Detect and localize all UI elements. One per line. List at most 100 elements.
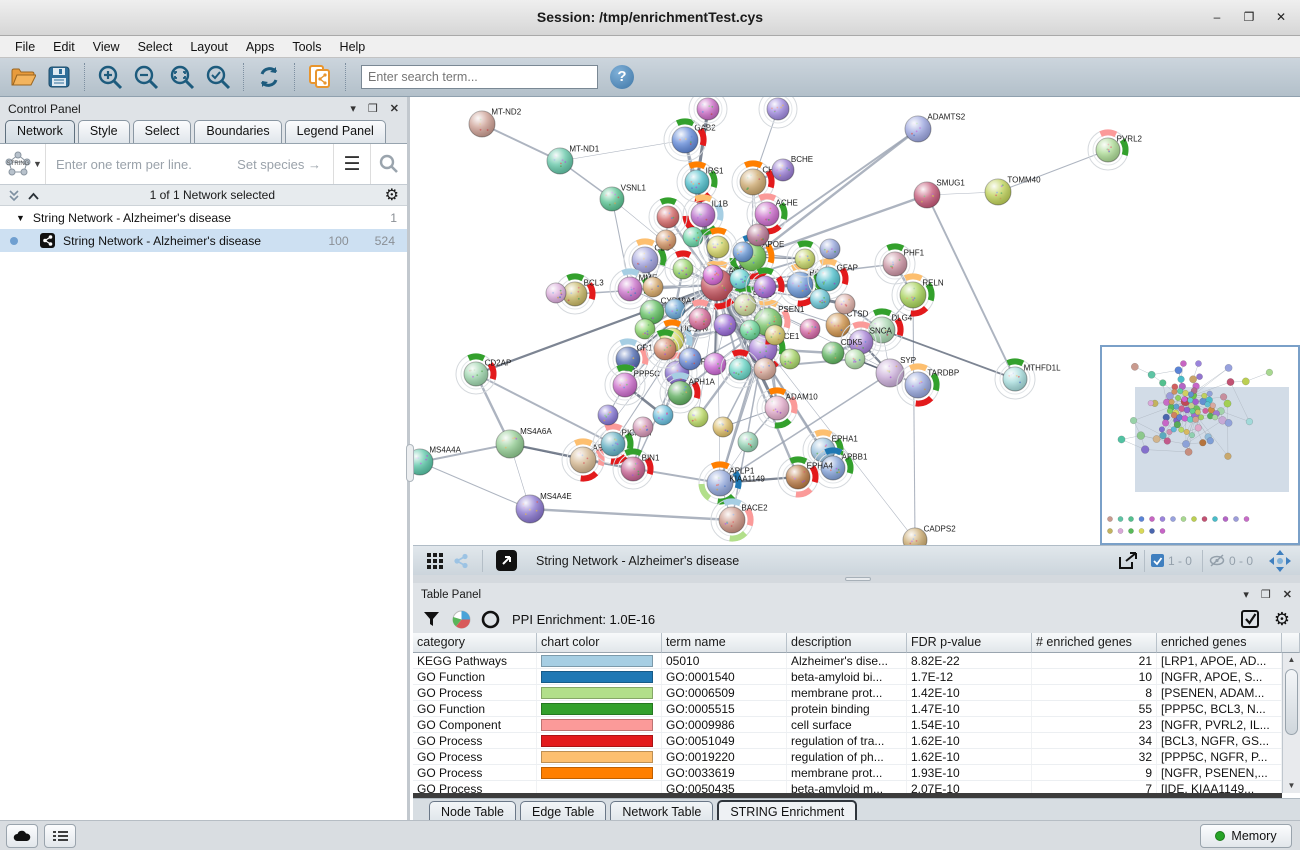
tab-network[interactable]: Network: [5, 120, 75, 143]
menu-item-select[interactable]: Select: [129, 38, 182, 56]
network-node-TARDBP[interactable]: TARDBP: [897, 364, 959, 406]
string-options-icon[interactable]: ☰: [333, 144, 370, 184]
column-header-enriched-genes[interactable]: enriched genes: [1157, 633, 1282, 653]
selected-nodes-indicator[interactable]: 1 - 0: [1144, 550, 1202, 572]
string-query-placeholder[interactable]: Enter one term per line.: [46, 157, 237, 172]
panel-float-icon[interactable]: ❒: [368, 102, 378, 115]
string-search-icon[interactable]: [370, 144, 407, 184]
network-node[interactable]: [653, 405, 673, 425]
panel-close-icon[interactable]: ✕: [1283, 588, 1292, 601]
network-node[interactable]: [633, 417, 653, 437]
export-network-icon[interactable]: [1117, 551, 1139, 571]
network-node-MS4A6A[interactable]: MS4A6A: [496, 427, 552, 458]
network-node[interactable]: [820, 239, 840, 259]
column-header-chart-color[interactable]: chart color: [537, 633, 662, 653]
network-node-ADAMTS2[interactable]: ADAMTS2: [905, 113, 966, 142]
network-node[interactable]: [730, 269, 750, 289]
panel-close-icon[interactable]: ✕: [390, 102, 399, 115]
network-node-MS4A4A[interactable]: MS4A4A: [413, 446, 462, 475]
column-header--enriched-genes[interactable]: # enriched genes: [1032, 633, 1157, 653]
network-node[interactable]: [683, 227, 703, 247]
network-node[interactable]: [598, 405, 618, 425]
pan-compass-icon[interactable]: [1268, 549, 1292, 573]
expand-all-icon[interactable]: [8, 189, 21, 202]
zoom-fit-icon[interactable]: [167, 62, 197, 92]
minimize-button[interactable]: –: [1206, 10, 1228, 26]
network-node[interactable]: [656, 230, 676, 250]
menu-item-apps[interactable]: Apps: [237, 38, 284, 56]
zoom-in-icon[interactable]: [95, 62, 125, 92]
share-view-icon[interactable]: [453, 553, 469, 569]
menu-item-tools[interactable]: Tools: [283, 38, 330, 56]
network-node[interactable]: [665, 251, 701, 287]
column-header-category[interactable]: category: [413, 633, 537, 653]
network-canvas[interactable]: MT-ND2MT-ND1VSNL1GAB2ADAMTS2PVRL2TOMM40S…: [413, 97, 1300, 545]
tab-string-enrichment[interactable]: STRING Enrichment: [717, 800, 857, 822]
network-node-MT-ND2[interactable]: MT-ND2: [469, 108, 522, 137]
network-node[interactable]: [714, 314, 736, 336]
network-node[interactable]: [713, 417, 733, 437]
table-row[interactable]: GO ProcessGO:0006509membrane prot...1.42…: [413, 685, 1300, 701]
network-node-MS4A4E[interactable]: MS4A4E: [516, 492, 572, 523]
copy-network-icon[interactable]: [305, 62, 335, 92]
column-header-FDR-p-value[interactable]: FDR p-value: [907, 633, 1032, 653]
ring-chart-icon[interactable]: [481, 610, 500, 629]
hidden-nodes-indicator[interactable]: 0 - 0: [1202, 550, 1263, 572]
network-node[interactable]: [738, 432, 758, 452]
panel-menu-icon[interactable]: ▾: [350, 102, 356, 115]
tree-expand-icon[interactable]: ▼: [16, 213, 25, 223]
gear-icon[interactable]: ⚙: [1274, 609, 1290, 630]
zoom-out-icon[interactable]: [131, 62, 161, 92]
menu-item-view[interactable]: View: [84, 38, 129, 56]
network-node-BCHE[interactable]: BCHE: [772, 155, 813, 181]
string-logo-icon[interactable]: STRING ▼: [0, 144, 46, 184]
column-header-description[interactable]: description: [787, 633, 907, 653]
menu-item-file[interactable]: File: [6, 38, 44, 56]
network-node[interactable]: [740, 320, 760, 340]
network-node[interactable]: [733, 242, 753, 262]
table-row[interactable]: GO ComponentGO:0009986cell surface1.54E-…: [413, 717, 1300, 733]
table-row[interactable]: GO ProcessGO:0033619membrane prot...1.93…: [413, 765, 1300, 781]
table-divider-handle[interactable]: [845, 577, 871, 581]
network-row[interactable]: String Network - Alzheimer's disease 100…: [0, 229, 407, 252]
scroll-up-icon[interactable]: ▲: [1283, 653, 1300, 667]
tab-boundaries[interactable]: Boundaries: [194, 120, 281, 143]
grid-view-icon[interactable]: [427, 553, 443, 569]
network-node-VSNL1[interactable]: VSNL1: [600, 183, 647, 211]
chart-color-icon[interactable]: [452, 610, 471, 629]
network-node[interactable]: [765, 325, 785, 345]
table-row[interactable]: KEGG Pathways05010Alzheimer's dise...8.8…: [413, 653, 1300, 669]
collapse-all-icon[interactable]: [27, 189, 40, 202]
network-node[interactable]: [546, 283, 566, 303]
panel-float-icon[interactable]: ❒: [1261, 588, 1271, 601]
network-node[interactable]: [780, 349, 800, 369]
table-row[interactable]: GO ProcessGO:0019220regulation of ph...1…: [413, 749, 1300, 765]
birdseye-view[interactable]: [1100, 345, 1300, 545]
network-node-TOMM40[interactable]: TOMM40: [985, 176, 1041, 205]
network-node[interactable]: [635, 319, 655, 339]
network-node[interactable]: [810, 289, 830, 309]
tab-node-table[interactable]: Node Table: [429, 801, 516, 822]
tab-edge-table[interactable]: Edge Table: [520, 801, 606, 822]
network-node[interactable]: [759, 97, 797, 128]
scroll-down-icon[interactable]: ▼: [1283, 779, 1300, 793]
tab-legend-panel[interactable]: Legend Panel: [285, 120, 386, 143]
network-node[interactable]: [800, 319, 820, 339]
open-folder-icon[interactable]: [8, 62, 38, 92]
maximize-button[interactable]: ❐: [1238, 10, 1260, 26]
network-node-APLP1[interactable]: APLP1KIAA1149: [699, 462, 765, 504]
panel-divider-handle[interactable]: [406, 444, 414, 482]
network-collection-row[interactable]: ▼ String Network - Alzheimer's disease 1: [0, 206, 407, 229]
vertical-scrollbar[interactable]: ▲ ▼: [1282, 653, 1300, 793]
help-icon[interactable]: ?: [610, 65, 634, 89]
network-node-ADAM10[interactable]: ADAM10: [757, 388, 818, 428]
gear-icon[interactable]: ⚙: [385, 185, 399, 205]
network-node[interactable]: [704, 353, 726, 375]
menu-item-layout[interactable]: Layout: [181, 38, 237, 56]
close-button[interactable]: ✕: [1270, 10, 1292, 26]
network-node[interactable]: [688, 407, 708, 427]
network-node[interactable]: [643, 277, 663, 297]
memory-button[interactable]: Memory: [1200, 824, 1292, 848]
network-node-SMUG1[interactable]: SMUG1: [914, 179, 965, 208]
table-divider[interactable]: [413, 575, 1300, 583]
